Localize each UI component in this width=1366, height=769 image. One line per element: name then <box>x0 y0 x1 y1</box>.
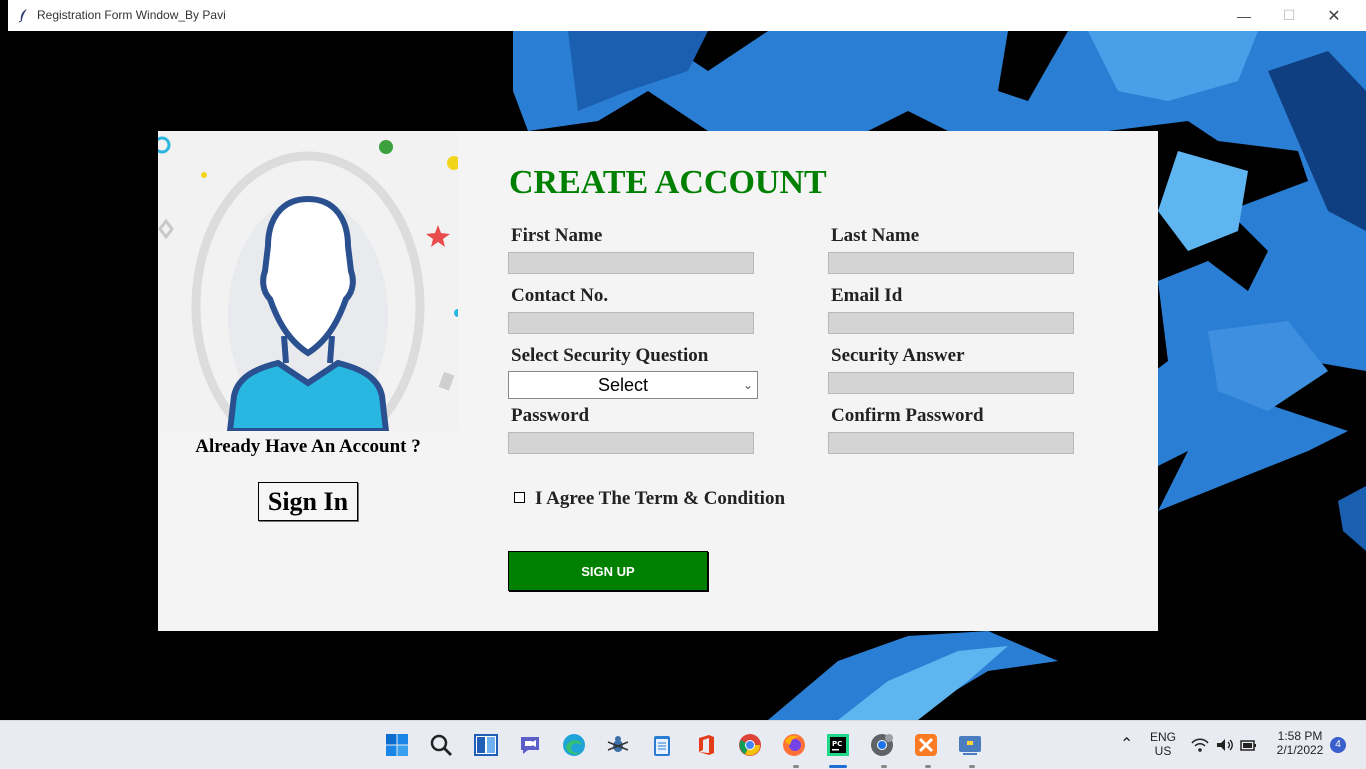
chevron-down-icon[interactable]: ⌄ <box>739 376 757 394</box>
task-view-icon[interactable] <box>474 733 498 757</box>
email-field[interactable] <box>828 312 1074 334</box>
first-name-label: First Name <box>511 225 603 246</box>
last-name-field[interactable] <box>828 252 1074 274</box>
contact-label: Contact No. <box>511 285 609 306</box>
notification-badge[interactable]: 4 <box>1330 737 1346 753</box>
region-code: US <box>1154 744 1172 758</box>
security-question-label: Select Security Question <box>511 345 709 366</box>
password-label: Password <box>511 405 590 426</box>
bug-app-icon[interactable] <box>606 733 630 757</box>
python-icon[interactable] <box>958 733 982 757</box>
date-text: 2/1/2022 <box>1276 743 1324 757</box>
user-avatar-icon <box>158 136 458 431</box>
time-text: 1:58 PM <box>1277 729 1323 743</box>
chrome-icon[interactable] <box>738 733 762 757</box>
chrome-canary-icon[interactable] <box>870 733 894 757</box>
chevron-up-icon[interactable]: ⌃ <box>1120 734 1133 754</box>
window-title: Registration Form Window_By Pavi <box>37 8 226 22</box>
security-question-selected: Select <box>597 375 649 395</box>
language-indicator[interactable]: ENG US <box>1145 730 1181 758</box>
security-answer-label: Security Answer <box>831 345 965 366</box>
app-window: Registration Form Window_By Pavi — ☐ ✕ A… <box>8 0 1366 720</box>
clock[interactable]: 1:58 PM 2/1/2022 <box>1268 729 1332 757</box>
title-bar: Registration Form Window_By Pavi — ☐ ✕ <box>8 0 1366 32</box>
avatar-panel <box>158 131 458 431</box>
volume-icon[interactable] <box>1215 737 1235 753</box>
registration-card: Already Have An Account ? Sign In CREATE… <box>158 131 1158 631</box>
sign-up-button[interactable]: SIGN UP <box>508 551 708 591</box>
confirm-password-field[interactable] <box>828 432 1074 454</box>
wifi-icon[interactable] <box>1191 737 1209 753</box>
svg-text:PC: PC <box>832 740 842 748</box>
last-name-label: Last Name <box>831 225 920 246</box>
xampp-icon[interactable] <box>914 733 938 757</box>
minimize-button[interactable]: — <box>1221 0 1267 31</box>
battery-icon[interactable] <box>1240 737 1258 753</box>
office-icon[interactable] <box>694 733 718 757</box>
notepad-icon[interactable] <box>650 733 674 757</box>
security-question-select[interactable]: Select ⌄ <box>508 371 758 399</box>
confirm-password-label: Confirm Password <box>831 405 984 426</box>
email-label: Email Id <box>831 285 903 306</box>
agree-label: I Agree The Term & Condition <box>535 488 786 509</box>
taskbar: PC ⌃ ENG US 1:58 PM 2/1/2022 4 <box>0 720 1366 769</box>
start-icon[interactable] <box>385 733 409 757</box>
edge-icon[interactable] <box>562 733 586 757</box>
teams-chat-icon[interactable] <box>518 733 542 757</box>
background-area: Already Have An Account ? Sign In CREATE… <box>8 31 1366 720</box>
contact-field[interactable] <box>508 312 754 334</box>
firefox-icon[interactable] <box>782 733 806 757</box>
feather-icon <box>18 9 27 23</box>
security-answer-field[interactable] <box>828 372 1074 394</box>
search-icon[interactable] <box>429 733 453 757</box>
maximize-button[interactable]: ☐ <box>1266 0 1312 31</box>
close-button[interactable]: ✕ <box>1311 0 1357 31</box>
agree-checkbox[interactable] <box>514 492 525 503</box>
first-name-field[interactable] <box>508 252 754 274</box>
page-title: CREATE ACCOUNT <box>509 164 827 201</box>
language-code: ENG <box>1149 730 1176 744</box>
already-have-account-text: Already Have An Account ? <box>195 436 421 457</box>
password-field[interactable] <box>508 432 754 454</box>
pycharm-icon[interactable]: PC <box>826 733 850 757</box>
sign-in-button[interactable]: Sign In <box>258 482 358 521</box>
